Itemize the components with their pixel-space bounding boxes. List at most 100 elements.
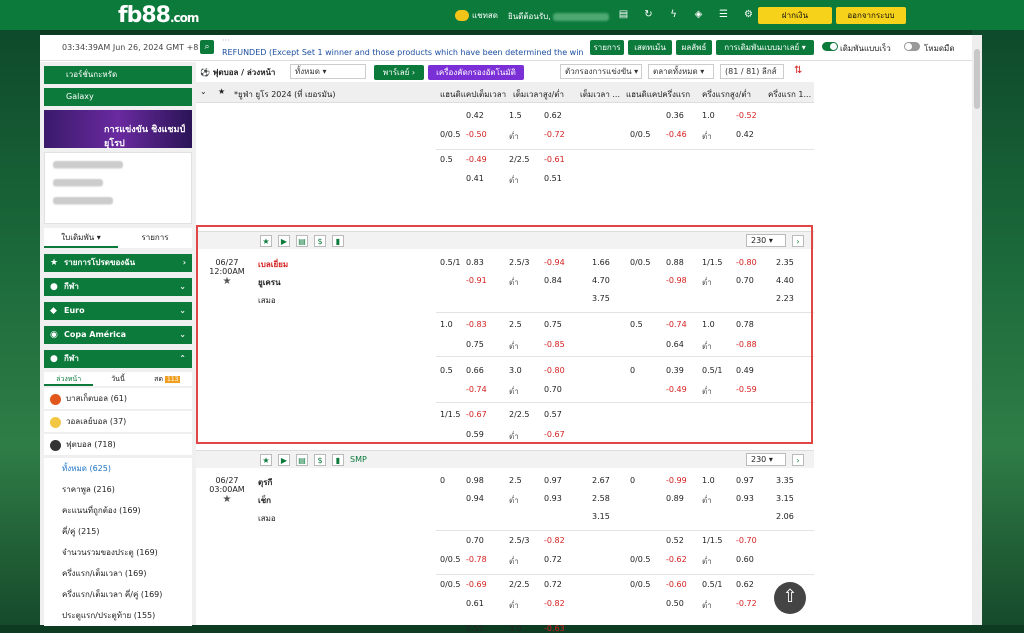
virtual-sports-button[interactable]: เวอร์ชั่นกะหรัด	[44, 66, 192, 84]
odds-cell[interactable]: -0.98	[666, 276, 687, 285]
quick-bet-toggle[interactable]	[822, 42, 838, 51]
odds-cell[interactable]: -0.82	[544, 599, 565, 608]
search-icon[interactable]: ⌕	[200, 40, 214, 54]
odds-cell[interactable]: 0.94	[466, 494, 484, 503]
market-item[interactable]: ประตูแรก/ประตูท้าย (155)	[44, 605, 192, 626]
sort-icon[interactable]: ⇅	[794, 65, 802, 76]
play-icon[interactable]: ▶	[278, 235, 290, 247]
odds-cell[interactable]: 0.39	[666, 366, 684, 375]
favorite-star-icon[interactable]: ★	[202, 276, 252, 287]
type-select[interactable]: ทั้งหมด ▾	[290, 64, 366, 79]
odds-cell[interactable]: 0.36	[666, 111, 684, 120]
cat-copa[interactable]: ◉ Copa América ⌄	[44, 326, 192, 344]
odds-cell[interactable]: 0.62	[736, 580, 754, 589]
odds-cell[interactable]: 0.42	[466, 111, 484, 120]
odds-cell[interactable]: 2.67	[592, 476, 610, 485]
odds-cell[interactable]: 3.15	[776, 494, 794, 503]
odds-cell[interactable]: 0.93	[736, 494, 754, 503]
odds-cell[interactable]: 2.23	[776, 294, 794, 303]
logout-button[interactable]: ออกจากระบบ	[836, 7, 906, 24]
odds-cell[interactable]: -0.67	[544, 430, 565, 439]
collapse-icon[interactable]: ⌄	[200, 87, 207, 96]
stats-icon[interactable]: ▤	[296, 235, 308, 247]
odds-cell[interactable]: 0.93	[544, 494, 562, 503]
odds-cell[interactable]: -0.83	[466, 320, 487, 329]
odds-cell[interactable]: -0.72	[544, 130, 565, 139]
odds-cell[interactable]: -0.94	[544, 258, 565, 267]
star-icon[interactable]: ★	[260, 454, 272, 466]
odds-cell[interactable]: -0.99	[666, 476, 687, 485]
odds-cell[interactable]: -0.67	[466, 410, 487, 419]
more-bets-select[interactable]: 230 ▾	[746, 234, 786, 247]
odds-cell[interactable]: 0.89	[666, 494, 684, 503]
parlay-button[interactable]: พาร์เลย์ ›	[374, 65, 424, 80]
vip-icon[interactable]: ◈	[692, 8, 705, 21]
odds-type-select[interactable]: การเดิมพันแบบมาเลย์ ▾	[716, 40, 814, 55]
list-button[interactable]: รายการ	[590, 40, 624, 55]
odds-cell[interactable]: 4.70	[592, 276, 610, 285]
odds-cell[interactable]: 3.75	[592, 294, 610, 303]
odds-cell[interactable]: 0.55	[466, 624, 484, 633]
scroll-top-button[interactable]: ⇧	[774, 582, 806, 614]
play-icon[interactable]: ▶	[278, 454, 290, 466]
odds-cell[interactable]: -0.72	[736, 599, 757, 608]
result-button[interactable]: ผลลัพธ์	[676, 40, 712, 55]
odds-cell[interactable]: 0.97	[544, 476, 562, 485]
page-scrollbar[interactable]	[972, 35, 982, 625]
odds-cell[interactable]: -0.82	[544, 536, 565, 545]
settings-icon[interactable]: ⚙	[742, 8, 755, 21]
odds-cell[interactable]: -0.49	[666, 385, 687, 394]
odds-cell[interactable]: -0.91	[466, 276, 487, 285]
refresh-icon[interactable]: ↻	[642, 8, 655, 21]
league-filter-select[interactable]: ตัวกรองการแข่งขัน ▾	[560, 64, 642, 79]
list-icon[interactable]: ☰	[717, 8, 730, 21]
dark-mode-toggle[interactable]	[904, 42, 920, 51]
star-icon[interactable]: ★	[218, 87, 225, 96]
odds-cell[interactable]: 3.15	[592, 512, 610, 521]
odds-cell[interactable]: -0.70	[736, 536, 757, 545]
odds-cell[interactable]: 0.50	[666, 599, 684, 608]
odds-cell[interactable]: 0.98	[466, 476, 484, 485]
odds-cell[interactable]: -0.46	[666, 130, 687, 139]
tab-betslip[interactable]: ใบเดิมพัน ▾	[44, 228, 118, 248]
cat-sports-expanded[interactable]: ● กีฬา ⌃	[44, 350, 192, 368]
odds-cell[interactable]: -0.74	[466, 385, 487, 394]
odds-cell[interactable]: 0.70	[466, 536, 484, 545]
next-icon[interactable]: ›	[792, 454, 804, 466]
odds-cell[interactable]: 4.40	[776, 276, 794, 285]
cat-favorites[interactable]: ★ รายการโปรดของฉัน ›	[44, 254, 192, 272]
odds-cell[interactable]: -0.88	[736, 340, 757, 349]
odds-cell[interactable]: -0.80	[544, 366, 565, 375]
scroll-thumb[interactable]	[974, 49, 980, 109]
odds-cell[interactable]: 3.35	[776, 476, 794, 485]
odds-cell[interactable]: 0.51	[544, 174, 562, 183]
market-item[interactable]: ครึ่งแรก/เต็มเวลา (169)	[44, 563, 192, 584]
odds-cell[interactable]: 0.57	[544, 410, 562, 419]
odds-cell[interactable]: 0.97	[736, 476, 754, 485]
odds-cell[interactable]: 0.75	[466, 340, 484, 349]
live-chat-link[interactable]: แชทสด	[455, 9, 498, 22]
balance-icon[interactable]: ▤	[617, 8, 630, 21]
odds-cell[interactable]: 0.70	[544, 385, 562, 394]
galaxy-button[interactable]: Galaxy	[44, 88, 192, 106]
odds-cell[interactable]: -0.52	[736, 111, 757, 120]
odds-cell[interactable]: 0.66	[466, 366, 484, 375]
odds-cell[interactable]: 1.66	[592, 258, 610, 267]
statement-button[interactable]: เสตทเม้น	[628, 40, 672, 55]
odds-cell[interactable]: 0.70	[736, 276, 754, 285]
odds-cell[interactable]: -0.61	[544, 155, 565, 164]
lightning-icon[interactable]: ϟ	[667, 8, 680, 21]
odds-cell[interactable]: -0.78	[466, 555, 487, 564]
odds-cell[interactable]: 0.72	[544, 555, 562, 564]
sport-football[interactable]: ฟุตบอล (718)	[44, 434, 192, 456]
tab-live[interactable]: สด 113	[143, 372, 192, 386]
odds-cell[interactable]: -0.59	[736, 385, 757, 394]
odds-cell[interactable]: 0.49	[736, 366, 754, 375]
odds-cell[interactable]: 0.60	[736, 555, 754, 564]
dollar-icon[interactable]: $	[314, 454, 326, 466]
odds-cell[interactable]: 0.78	[736, 320, 754, 329]
odds-cell[interactable]: -0.62	[666, 555, 687, 564]
market-item[interactable]: คะแนนที่ถูกต้อง (169)	[44, 500, 192, 521]
market-item[interactable]: ราคาพูล (216)	[44, 479, 192, 500]
market-item[interactable]: ครึ่งแรก/เต็มเวลา คี่/คู่ (169)	[44, 584, 192, 605]
